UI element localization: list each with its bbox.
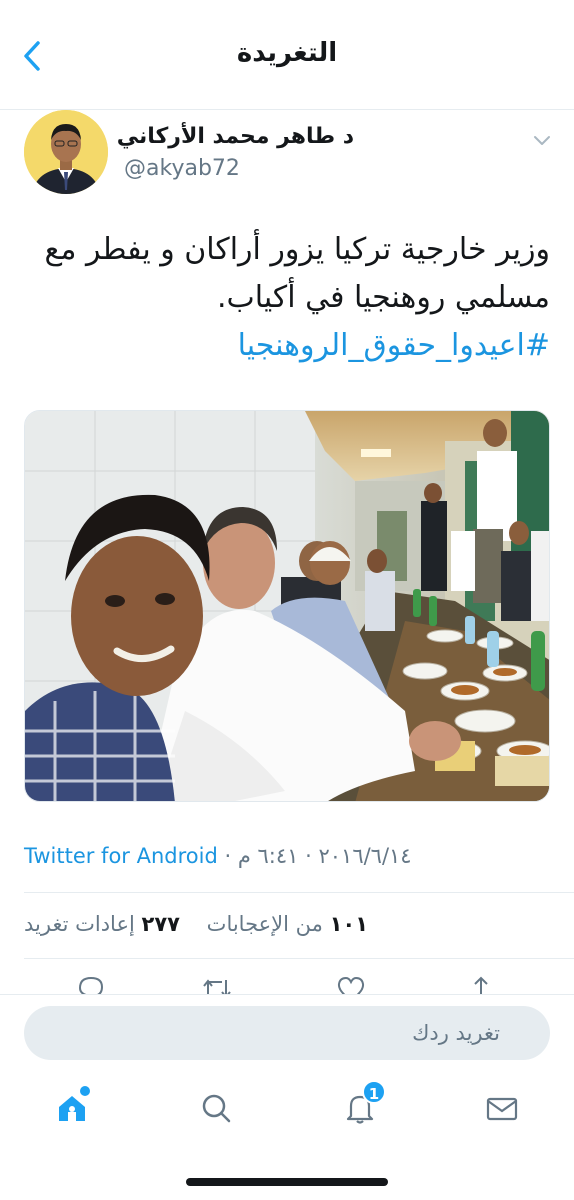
tweet-line-2: مسلمي روهنجيا في أكياب. xyxy=(216,280,550,315)
divider xyxy=(24,892,574,893)
top-bar: التغريدة xyxy=(0,0,574,110)
profile-photo xyxy=(24,110,108,194)
author-name[interactable]: د طاهر محمد الأركاني xyxy=(117,124,354,149)
home-indicator-dot xyxy=(80,1086,90,1096)
tweet-meta: Twitter for Android · ٢٠١٦/٦/١٤ · ٦:٤١ م xyxy=(24,844,550,868)
tweet-author: د طاهر محمد الأركاني @akyab72 xyxy=(0,110,574,200)
tweet-actions xyxy=(0,970,574,994)
notification-badge: 1 xyxy=(362,1080,386,1104)
tweet-date: ٢٠١٦/٦/١٤ xyxy=(318,844,412,868)
reply-icon xyxy=(78,976,104,994)
retweets-label: إعادات تغريد xyxy=(24,912,135,936)
chevron-down-icon xyxy=(534,136,550,145)
search-icon xyxy=(202,1094,231,1123)
iftar-photo xyxy=(25,411,549,801)
avatar[interactable] xyxy=(24,110,108,194)
author-handle[interactable]: @akyab72 xyxy=(124,156,240,181)
share-button[interactable] xyxy=(466,974,496,994)
share-icon xyxy=(474,976,488,994)
divider xyxy=(0,994,574,995)
retweets-count: ٢٧٧ xyxy=(141,912,180,936)
tab-messages[interactable] xyxy=(482,1088,522,1128)
page-title: التغريدة xyxy=(236,38,338,68)
tab-notifications[interactable]: 1 xyxy=(340,1080,386,1128)
tweet-text: وزير خارجية تركيا يزور أراكان و يفطر مع … xyxy=(20,226,550,370)
meta-separator-2: · xyxy=(298,844,319,868)
mail-icon xyxy=(486,1097,518,1121)
retweets-stat[interactable]: ٢٧٧ إعادات تغريد xyxy=(24,912,180,936)
meta-separator-1: · xyxy=(217,844,238,868)
like-button[interactable] xyxy=(336,974,366,994)
tweet-photo[interactable] xyxy=(24,410,550,802)
tweet-time: ٦:٤١ م xyxy=(237,844,299,868)
tweet-stats: ١٠١ من الإعجابات ٢٧٧ إعادات تغريد xyxy=(24,912,550,936)
tab-home[interactable] xyxy=(52,1086,92,1128)
likes-label: من الإعجابات xyxy=(206,912,323,936)
tab-bar: 1 xyxy=(0,1076,574,1146)
home-indicator[interactable] xyxy=(186,1178,388,1186)
reply-button[interactable] xyxy=(76,974,106,994)
tweet-source-link[interactable]: Twitter for Android xyxy=(24,844,218,868)
retweet-button[interactable] xyxy=(202,974,232,994)
divider xyxy=(24,958,574,959)
home-icon xyxy=(59,1096,85,1121)
tab-search[interactable] xyxy=(196,1088,236,1128)
tweet-menu-button[interactable] xyxy=(532,130,556,154)
likes-stat[interactable]: ١٠١ من الإعجابات xyxy=(207,912,368,936)
heart-icon xyxy=(337,976,365,994)
reply-box[interactable] xyxy=(24,1006,550,1060)
reply-input[interactable] xyxy=(24,1006,550,1060)
likes-count: ١٠١ xyxy=(329,912,369,936)
tweet-line-1: وزير خارجية تركيا يزور أراكان و يفطر مع xyxy=(44,232,550,267)
hashtag-link[interactable]: #اعيدوا_حقوق_الروهنجيا xyxy=(20,322,550,370)
retweet-icon xyxy=(203,979,231,994)
